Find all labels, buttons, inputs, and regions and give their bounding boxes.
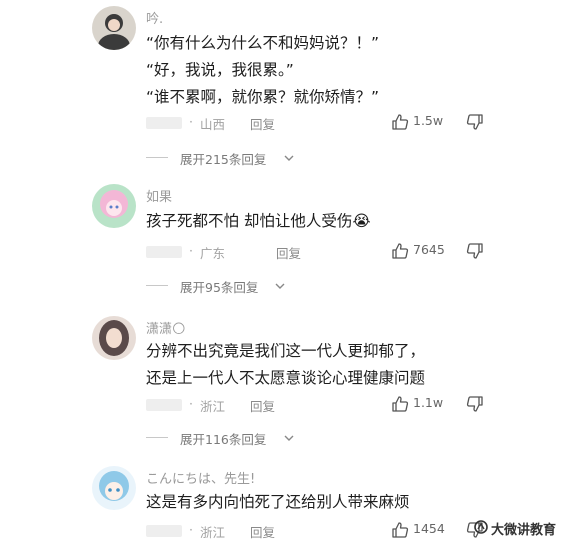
like-button[interactable]: 1454 [391, 520, 451, 540]
logo-icon [474, 520, 488, 534]
expand-replies-label: 展开95条回复 [180, 280, 259, 295]
comment-meta: · 广东 回复 [146, 243, 376, 261]
username[interactable]: 如果 [146, 186, 172, 205]
comment-line: “好，我说，我很累。” [146, 61, 294, 79]
comment-3: 潇潇🌕 分辨不出究竟是我们这一代人更抑郁了， 还是上一代人不太愿意谈论心理健康问… [0, 310, 577, 460]
like-button[interactable]: 7645 [391, 241, 451, 261]
thumbs-down-icon [466, 396, 483, 412]
thumbs-up-icon [392, 396, 409, 412]
reply-button[interactable]: 回复 [250, 114, 275, 133]
comment-line: 孩子死都不怕 却怕让他人受伤😭 [146, 212, 371, 230]
like-button[interactable]: 1.5w [391, 112, 451, 132]
avatar[interactable] [92, 466, 136, 510]
comment-text: 孩子死都不怕 却怕让他人受伤😭 [146, 208, 371, 235]
location: 广东 [200, 246, 226, 261]
like-count: 7645 [413, 242, 445, 257]
separator-dot: · [189, 114, 193, 129]
comment-meta: · 山西 回复 [146, 114, 376, 132]
dislike-button[interactable] [466, 242, 484, 264]
location: 浙江 [200, 399, 226, 414]
chevron-down-icon [275, 283, 285, 289]
comment-line: 分辨不出究竟是我们这一代人更抑郁了， [146, 342, 426, 360]
reply-button[interactable]: 回复 [276, 243, 301, 262]
blurred-date [146, 117, 182, 129]
comment-line: “你有什么为什么不和妈妈说？！” [146, 34, 380, 52]
comment-line: 这是有多内向怕死了还给别人带来麻烦 [146, 493, 410, 511]
divider-line [146, 437, 168, 438]
blurred-date [146, 246, 182, 258]
reply-button[interactable]: 回复 [250, 396, 275, 415]
expand-replies-label: 展开215条回复 [180, 152, 267, 167]
thumbs-down-icon [466, 114, 483, 130]
thumbs-up-icon [392, 114, 409, 130]
thumbs-up-icon [392, 522, 409, 538]
username[interactable]: 吟. [146, 8, 163, 27]
watermark-text: 大微讲教育 [491, 523, 557, 538]
comment-1: 吟. “你有什么为什么不和妈妈说？！” “好，我说，我很累。” “谁不累啊，就你… [0, 0, 577, 175]
comment-line: 还是上一代人不太愿意谈论心理健康问题 [146, 369, 426, 387]
thumbs-up-icon [392, 243, 409, 259]
comment-text: 分辨不出究竟是我们这一代人更抑郁了， 还是上一代人不太愿意谈论心理健康问题 [146, 338, 425, 392]
expand-replies-button[interactable]: 展开95条回复 [146, 277, 306, 295]
username[interactable]: こんにちは、先生! [146, 468, 255, 487]
comment-text: “你有什么为什么不和妈妈说？！” “好，我说，我很累。” “谁不累啊，就你累？就… [146, 30, 379, 111]
divider-line [146, 157, 168, 158]
comment-text: 这是有多内向怕死了还给别人带来麻烦 [146, 489, 410, 516]
separator-dot: · [189, 396, 193, 411]
location: 山西 [200, 117, 226, 132]
chevron-down-icon [284, 155, 294, 161]
chevron-down-icon [284, 435, 294, 441]
like-count: 1454 [413, 521, 445, 536]
like-count: 1.5w [413, 113, 444, 128]
like-button[interactable]: 1.1w [391, 394, 451, 414]
blurred-date [146, 525, 182, 537]
username[interactable]: 潇潇🌕 [146, 318, 186, 337]
blurred-date [146, 399, 182, 411]
avatar[interactable] [92, 184, 136, 228]
expand-replies-label: 展开116条回复 [180, 432, 267, 447]
comment-line: “谁不累啊，就你累？就你矫情？” [146, 88, 380, 106]
divider-line [146, 285, 168, 286]
comment-2: 如果 孩子死都不怕 却怕让他人受伤😭 · 广东 回复 7645 展开95条回复 [0, 178, 577, 303]
expand-replies-button[interactable]: 展开215条回复 [146, 149, 306, 167]
separator-dot: · [189, 522, 193, 537]
expand-replies-button[interactable]: 展开116条回复 [146, 429, 306, 447]
dislike-button[interactable] [466, 113, 484, 135]
dislike-button[interactable] [466, 395, 484, 417]
like-count: 1.1w [413, 395, 444, 410]
location: 浙江 [200, 525, 226, 540]
reply-button[interactable]: 回复 [250, 522, 275, 541]
separator-dot: · [189, 243, 193, 258]
avatar[interactable] [92, 316, 136, 360]
comment-meta: · 浙江 回复 [146, 522, 376, 540]
comment-meta: · 浙江 回复 [146, 396, 376, 414]
thumbs-down-icon [466, 243, 483, 259]
avatar[interactable] [92, 6, 136, 50]
